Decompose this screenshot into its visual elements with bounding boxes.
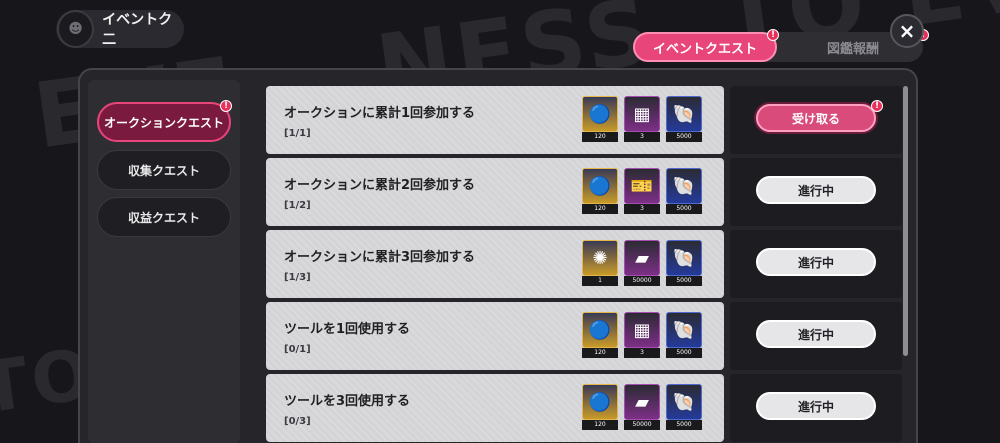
quest-list[interactable]: オークションに累計1回参加する [1/1] 🔵 120 ▦ 3 🐚 5000 受… — [262, 80, 912, 443]
header-title-pill: ☻ イベントク二 — [56, 10, 184, 48]
quest-title: ツールを1回使用する — [284, 322, 411, 337]
quest-action-cell: 進行中 — [730, 374, 902, 442]
quest-row: オークションに累計2回参加する [1/2] 🔵 120 🎫 3 🐚 5000 進… — [266, 158, 902, 226]
tab-label: 図鑑報酬 — [826, 41, 879, 57]
quest-progress: [1/3] — [284, 272, 311, 283]
reward-item[interactable]: 🔵 120 — [582, 96, 618, 142]
quest-row: オークションに累計1回参加する [1/1] 🔵 120 ▦ 3 🐚 5000 受… — [266, 86, 902, 154]
black-card-icon: ▰ — [624, 240, 660, 276]
black-card-icon: ▰ — [624, 384, 660, 420]
shell-icon: 🐚 — [666, 168, 702, 204]
reward-item[interactable]: ✺ 1 — [582, 240, 618, 286]
quest-action-cell: 進行中 — [730, 158, 902, 226]
shell-icon: 🐚 — [666, 96, 702, 132]
quest-progress: [0/3] — [284, 416, 311, 427]
blue-orb-icon: 🔵 — [582, 96, 618, 132]
sidebar: オークションクエスト ! 収集クエスト 収益クエスト — [88, 80, 240, 443]
page-title: イベントク二 — [102, 12, 173, 48]
in-progress-button[interactable]: 進行中 — [756, 176, 876, 204]
reward-count: 5000 — [666, 276, 702, 286]
sidebar-item-auction-quest[interactable]: オークションクエスト — [97, 102, 231, 142]
black-box-icon: ▦ — [624, 96, 660, 132]
in-progress-button[interactable]: 進行中 — [756, 248, 876, 276]
reward-item[interactable]: 🎫 3 — [624, 168, 660, 214]
reward-item[interactable]: 🐚 5000 — [666, 168, 702, 214]
quest-info: ツールを3回使用する [0/3] 🔵 120 ▰ 50000 🐚 5000 — [266, 374, 724, 442]
quest-progress: [0/1] — [284, 344, 311, 355]
quest-progress: [1/2] — [284, 200, 311, 211]
blue-orb-icon: 🔵 — [582, 384, 618, 420]
alert-badge: ! — [767, 29, 779, 41]
quest-info: オークションに累計3回参加する [1/3] ✺ 1 ▰ 50000 🐚 5000 — [266, 230, 724, 298]
reward-count: 5000 — [666, 348, 702, 358]
quest-title: ツールを3回使用する — [284, 394, 411, 409]
reward-item[interactable]: ▦ 3 — [624, 96, 660, 142]
reward-count: 3 — [624, 204, 660, 214]
black-box-icon: ▦ — [624, 312, 660, 348]
ticket-icon: 🎫 — [624, 168, 660, 204]
reward-count: 50000 — [624, 276, 660, 286]
quest-info: ツールを1回使用する [0/1] 🔵 120 ▦ 3 🐚 5000 — [266, 302, 724, 370]
reward-count: 120 — [582, 348, 618, 358]
quest-title: オークションに累計1回参加する — [284, 106, 476, 121]
reward-count: 120 — [582, 420, 618, 430]
sidebar-item-label: オークションクエスト — [103, 115, 224, 130]
quest-action-cell: 受け取る ! — [730, 86, 902, 154]
quest-title: オークションに累計2回参加する — [284, 178, 476, 193]
reward-item[interactable]: 🔵 120 — [582, 168, 618, 214]
shell-icon: 🐚 — [666, 312, 702, 348]
reward-item[interactable]: 🔵 120 — [582, 384, 618, 430]
blue-orb-icon: 🔵 — [582, 312, 618, 348]
close-button[interactable]: × — [890, 14, 924, 48]
quest-row: ツールを1回使用する [0/1] 🔵 120 ▦ 3 🐚 5000 進行中 — [266, 302, 902, 370]
game-logo-icon: ☻ — [57, 10, 95, 48]
reward-item[interactable]: 🐚 5000 — [666, 312, 702, 358]
sidebar-item-profit-quest[interactable]: 収益クエスト — [97, 197, 231, 237]
reward-count: 120 — [582, 132, 618, 142]
reward-count: 3 — [624, 132, 660, 142]
reward-item[interactable]: 🐚 5000 — [666, 240, 702, 286]
gold-wreath-icon: ✺ — [582, 240, 618, 276]
reward-item[interactable]: 🐚 5000 — [666, 384, 702, 430]
shell-icon: 🐚 — [666, 240, 702, 276]
in-progress-button[interactable]: 進行中 — [756, 392, 876, 420]
reward-item[interactable]: ▦ 3 — [624, 312, 660, 358]
claim-button[interactable]: 受け取る — [756, 104, 876, 132]
reward-count: 5000 — [666, 420, 702, 430]
tab-event-quest[interactable]: イベントクエスト — [633, 32, 777, 62]
quest-progress: [1/1] — [284, 128, 311, 139]
blue-orb-icon: 🔵 — [582, 168, 618, 204]
reward-count: 1 — [582, 276, 618, 286]
quest-action-cell: 進行中 — [730, 230, 902, 298]
reward-item[interactable]: 🔵 120 — [582, 312, 618, 358]
shell-icon: 🐚 — [666, 384, 702, 420]
quest-row: ツールを3回使用する [0/3] 🔵 120 ▰ 50000 🐚 5000 進行… — [266, 374, 902, 442]
reward-count: 5000 — [666, 204, 702, 214]
reward-count: 3 — [624, 348, 660, 358]
sidebar-item-label: 収益クエスト — [127, 210, 200, 225]
alert-badge: ! — [220, 100, 232, 112]
quest-info: オークションに累計2回参加する [1/2] 🔵 120 🎫 3 🐚 5000 — [266, 158, 724, 226]
quest-row: オークションに累計3回参加する [1/3] ✺ 1 ▰ 50000 🐚 5000… — [266, 230, 902, 298]
reward-count: 120 — [582, 204, 618, 214]
in-progress-button[interactable]: 進行中 — [756, 320, 876, 348]
sidebar-item-collection-quest[interactable]: 収集クエスト — [97, 150, 231, 190]
reward-item[interactable]: ▰ 50000 — [624, 384, 660, 430]
reward-item[interactable]: ▰ 50000 — [624, 240, 660, 286]
tab-label: イベントクエスト — [652, 41, 757, 57]
reward-count: 5000 — [666, 132, 702, 142]
reward-item[interactable]: 🐚 5000 — [666, 96, 702, 142]
reward-count: 50000 — [624, 420, 660, 430]
tab-bar: イベントクエスト ! 図鑑報酬 ! — [633, 29, 929, 62]
alert-badge: ! — [871, 100, 883, 112]
sidebar-item-label: 収集クエスト — [127, 163, 200, 178]
scrollbar[interactable] — [903, 86, 908, 356]
quest-title: オークションに累計3回参加する — [284, 250, 476, 265]
quest-info: オークションに累計1回参加する [1/1] 🔵 120 ▦ 3 🐚 5000 — [266, 86, 724, 154]
quest-action-cell: 進行中 — [730, 302, 902, 370]
